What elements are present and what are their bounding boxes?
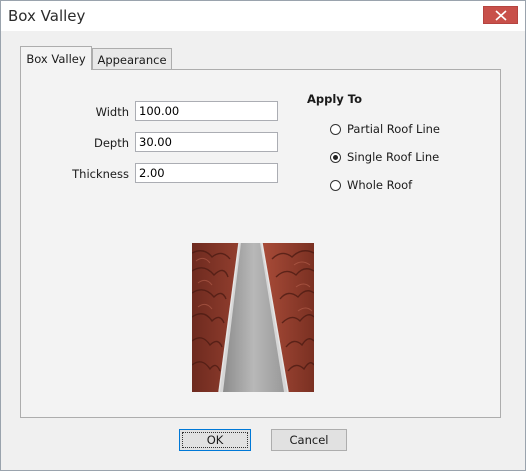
radio-whole-roof[interactable]: Whole Roof <box>330 178 412 192</box>
close-button[interactable] <box>483 6 518 24</box>
radio-button-icon <box>330 151 341 163</box>
thickness-field[interactable] <box>135 163 278 183</box>
radio-label: Whole Roof <box>347 178 413 192</box>
tab-box-valley[interactable]: Box Valley <box>20 46 92 70</box>
close-icon <box>495 10 507 21</box>
radio-partial-roof-line[interactable]: Partial Roof Line <box>330 122 440 136</box>
radio-button-icon <box>330 179 341 191</box>
depth-label: Depth <box>93 136 129 150</box>
radio-label: Partial Roof Line <box>347 122 441 136</box>
box-valley-preview-image <box>192 243 314 392</box>
focus-rectangle <box>182 432 248 448</box>
window-title: Box Valley <box>8 7 86 25</box>
depth-field[interactable] <box>135 132 278 152</box>
width-label: Width <box>95 105 129 119</box>
title-bar[interactable]: Box Valley <box>1 1 525 31</box>
thickness-label: Thickness <box>72 167 129 181</box>
width-field[interactable] <box>135 101 278 121</box>
radio-label: Single Roof Line <box>347 150 440 164</box>
radio-button-icon <box>330 123 341 135</box>
cancel-button[interactable]: Cancel <box>271 429 347 451</box>
tab-appearance[interactable]: Appearance <box>92 48 172 70</box>
radio-single-roof-line[interactable]: Single Roof Line <box>330 150 439 164</box>
tab-label: Appearance <box>97 52 167 67</box>
tab-label: Box Valley <box>26 51 86 66</box>
apply-to-heading: Apply To <box>307 92 363 106</box>
cancel-label: Cancel <box>289 433 329 447</box>
ok-button[interactable]: OK <box>179 429 251 451</box>
